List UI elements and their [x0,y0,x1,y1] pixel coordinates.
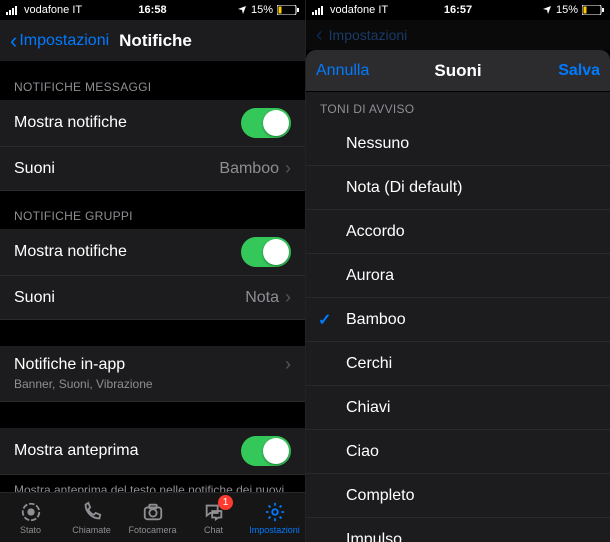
modal-nav: Annulla Suoni Salva [306,50,610,92]
camera-icon [141,501,165,523]
chevron-left-icon: ‹ [10,30,17,52]
tab-calls[interactable]: Chiamate [61,493,122,542]
carrier-label: vodafone IT [330,4,388,16]
status-bar: vodafone IT 16:57 15% [306,0,610,20]
phone-icon [80,501,104,523]
section-messages: NOTIFICHE MESSAGGI [0,62,305,100]
label: Mostra notifiche [14,114,241,132]
tab-chat[interactable]: 1 Chat [183,493,244,542]
toggle-on-icon[interactable] [241,237,291,267]
label: Mostra notifiche [14,243,241,261]
value: Bamboo [219,160,279,178]
tab-status[interactable]: Stato [0,493,61,542]
chevron-right-icon: › [285,158,291,179]
section-tones: TONI DI AVVISO [306,92,610,122]
sound-option-label: Nessuno [346,135,409,153]
save-button[interactable]: Salva [558,62,600,80]
modal-title: Suoni [434,61,481,81]
sound-option[interactable]: Chiavi [306,386,610,430]
sound-option[interactable]: Completo [306,474,610,518]
dimmed-nav: ‹ Impostazioni [306,20,610,50]
chat-badge: 1 [218,495,233,510]
clock: 16:57 [444,4,472,16]
battery-icon [582,5,604,15]
signal-icon [312,5,326,15]
back-label: Impostazioni [19,32,109,50]
sound-option-label: Bamboo [346,311,406,329]
sound-option[interactable]: Cerchi [306,342,610,386]
sound-option[interactable]: Aurora [306,254,610,298]
carrier-label: vodafone IT [24,4,82,16]
chevron-right-icon: › [285,287,291,308]
row-sounds-msgs[interactable]: Suoni Bamboo › [0,147,305,191]
battery-icon [277,5,299,15]
row-inapp[interactable]: Notifiche in-app › Banner, Suoni, Vibraz… [0,346,305,402]
sound-option[interactable]: Ciao [306,430,610,474]
battery-label: 15% [251,4,273,16]
signal-icon [6,5,20,15]
location-icon [237,5,247,15]
label: Mostra anteprima [14,442,241,460]
sublabel: Banner, Suoni, Vibrazione [14,377,153,391]
row-sounds-groups[interactable]: Suoni Nota › [0,276,305,320]
sound-option[interactable]: Impulso [306,518,610,542]
preview-note: Mostra anteprima del testo nelle notific… [0,475,305,492]
sound-option[interactable]: Nota (Di default) [306,166,610,210]
section-groups: NOTIFICHE GRUPPI [0,191,305,229]
sound-option[interactable]: ✓ Bamboo [306,298,610,342]
tab-bar: Stato Chiamate Fotocamera 1 Chat Imposta… [0,492,305,542]
sound-option-label: Cerchi [346,355,392,373]
phone-right: vodafone IT 16:57 15% ‹ Impostazioni Ann… [305,0,610,542]
sound-option-label: Chiavi [346,399,390,417]
sound-option-label: Aurora [346,267,394,285]
status-bar: vodafone IT 16:58 15% [0,0,305,20]
sound-option[interactable]: Nessuno [306,122,610,166]
checkmark-icon: ✓ [318,310,331,330]
cancel-button[interactable]: Annulla [316,62,369,80]
row-show-notifications-msgs[interactable]: Mostra notifiche [0,100,305,147]
label: Suoni [14,160,219,178]
sound-option-label: Completo [346,487,414,505]
sound-option-label: Impulso [346,531,402,542]
row-preview[interactable]: Mostra anteprima [0,428,305,475]
sound-option[interactable]: Accordo [306,210,610,254]
clock: 16:58 [138,4,166,16]
battery-label: 15% [556,4,578,16]
phone-left: vodafone IT 16:58 15% ‹ Impostazioni Not… [0,0,305,542]
settings-content: NOTIFICHE MESSAGGI Mostra notifiche Suon… [0,62,305,492]
sound-option-label: Accordo [346,223,405,241]
toggle-on-icon[interactable] [241,436,291,466]
gear-icon [263,501,287,523]
status-ring-icon [19,501,43,523]
row-show-notifications-groups[interactable]: Mostra notifiche [0,229,305,276]
tab-camera[interactable]: Fotocamera [122,493,183,542]
chevron-right-icon: › [285,354,291,375]
page-title: Notifiche [119,31,192,51]
sound-option-label: Nota (Di default) [346,179,463,197]
sounds-list: TONI DI AVVISO Nessuno Nota (Di default) A… [306,92,610,542]
tab-settings[interactable]: Impostazioni [244,493,305,542]
label: Notifiche in-app [14,356,285,374]
chevron-left-icon: ‹ [316,24,323,47]
location-icon [542,5,552,15]
nav-header: ‹ Impostazioni Notifiche [0,20,305,62]
back-button[interactable]: ‹ Impostazioni [10,30,109,52]
toggle-on-icon[interactable] [241,108,291,138]
label: Suoni [14,289,245,307]
value: Nota [245,289,279,307]
sound-option-label: Ciao [346,443,379,461]
